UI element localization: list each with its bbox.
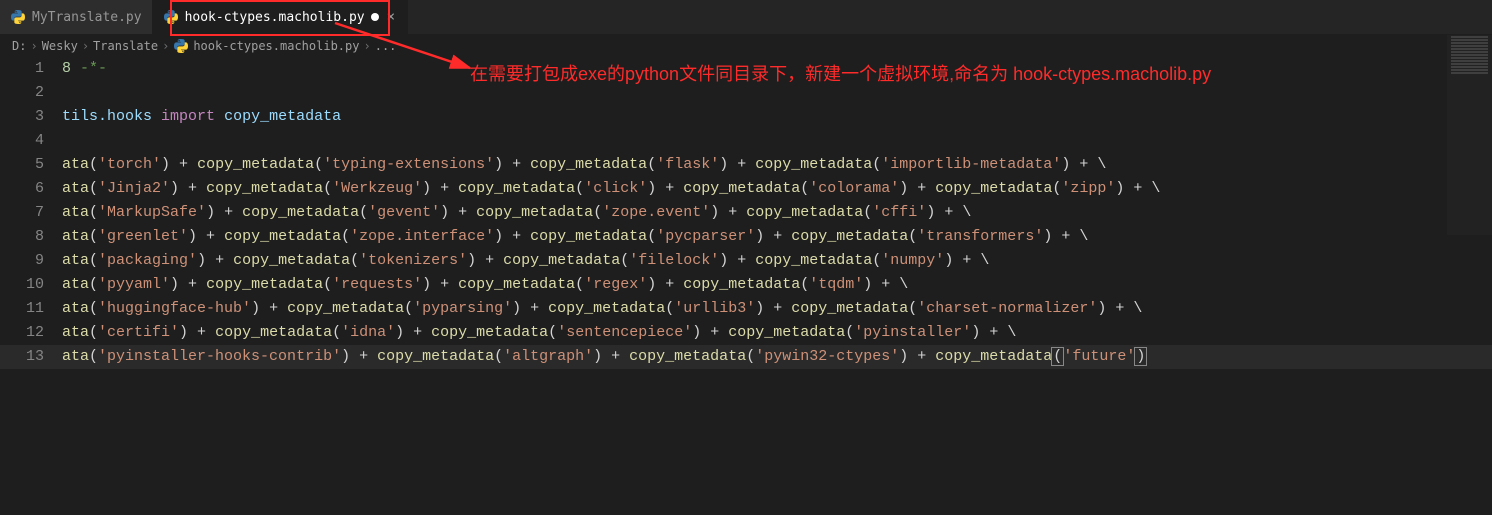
code-content[interactable]: ata('greenlet') + copy_metadata('zope.in… — [62, 225, 1088, 249]
chevron-right-icon: › — [363, 39, 370, 53]
line-number: 4 — [0, 129, 62, 153]
code-line[interactable]: 6ata('Jinja2') + copy_metadata('Werkzeug… — [0, 177, 1492, 201]
code-content[interactable]: ata('MarkupSafe') + copy_metadata('geven… — [62, 201, 971, 225]
code-line[interactable]: 4 — [0, 129, 1492, 153]
breadcrumb-part[interactable]: Wesky — [42, 39, 78, 53]
code-line[interactable]: 2 — [0, 81, 1492, 105]
code-line[interactable]: 11ata('huggingface-hub') + copy_metadata… — [0, 297, 1492, 321]
python-file-icon — [163, 9, 179, 25]
python-file-icon — [173, 38, 189, 54]
chevron-right-icon: › — [162, 39, 169, 53]
code-line[interactable]: 3tils.hooks import copy_metadata — [0, 105, 1492, 129]
line-number: 2 — [0, 81, 62, 105]
line-number: 6 — [0, 177, 62, 201]
tab-mytranslate[interactable]: MyTranslate.py — [0, 0, 153, 34]
close-icon[interactable]: × — [385, 9, 397, 25]
code-content[interactable]: ata('Jinja2') + copy_metadata('Werkzeug'… — [62, 177, 1160, 201]
code-line[interactable]: 13ata('pyinstaller-hooks-contrib') + cop… — [0, 345, 1492, 369]
code-line[interactable]: 5ata('torch') + copy_metadata('typing-ex… — [0, 153, 1492, 177]
breadcrumb-more[interactable]: ... — [375, 39, 397, 53]
line-number: 3 — [0, 105, 62, 129]
line-number: 13 — [0, 345, 62, 369]
code-line[interactable]: 10ata('pyyaml') + copy_metadata('request… — [0, 273, 1492, 297]
code-line[interactable]: 7ata('MarkupSafe') + copy_metadata('geve… — [0, 201, 1492, 225]
breadcrumb-file[interactable]: hook-ctypes.macholib.py — [193, 39, 359, 53]
code-content[interactable]: ata('pyinstaller-hooks-contrib') + copy_… — [62, 345, 1146, 369]
code-line[interactable]: 18 -*- — [0, 57, 1492, 81]
line-number: 9 — [0, 249, 62, 273]
code-content[interactable]: ata('torch') + copy_metadata('typing-ext… — [62, 153, 1106, 177]
code-line[interactable]: 9ata('packaging') + copy_metadata('token… — [0, 249, 1492, 273]
editor-tab-bar: MyTranslate.py hook-ctypes.macholib.py × — [0, 0, 1492, 35]
breadcrumb-root[interactable]: D: — [12, 39, 26, 53]
code-content[interactable]: ata('packaging') + copy_metadata('tokeni… — [62, 249, 989, 273]
code-content[interactable]: ata('huggingface-hub') + copy_metadata('… — [62, 297, 1142, 321]
minimap[interactable] — [1447, 35, 1492, 235]
line-number: 7 — [0, 201, 62, 225]
breadcrumb[interactable]: D: › Wesky › Translate › hook-ctypes.mac… — [0, 35, 1492, 57]
tab-label: hook-ctypes.macholib.py — [185, 10, 365, 25]
breadcrumb-part[interactable]: Translate — [93, 39, 158, 53]
code-content[interactable]: tils.hooks import copy_metadata — [62, 105, 341, 129]
tab-label: MyTranslate.py — [32, 10, 142, 25]
code-content[interactable]: 8 -*- — [62, 57, 107, 81]
line-number: 5 — [0, 153, 62, 177]
code-editor[interactable]: 18 -*-23tils.hooks import copy_metadata4… — [0, 57, 1492, 369]
code-line[interactable]: 12ata('certifi') + copy_metadata('idna')… — [0, 321, 1492, 345]
code-content[interactable]: ata('certifi') + copy_metadata('idna') +… — [62, 321, 1016, 345]
modified-indicator-icon — [371, 13, 379, 21]
line-number: 10 — [0, 273, 62, 297]
line-number: 8 — [0, 225, 62, 249]
line-number: 11 — [0, 297, 62, 321]
line-number: 12 — [0, 321, 62, 345]
line-number: 1 — [0, 57, 62, 81]
chevron-right-icon: › — [30, 39, 37, 53]
tab-hook-ctypes[interactable]: hook-ctypes.macholib.py × — [153, 0, 408, 34]
python-file-icon — [10, 9, 26, 25]
code-content[interactable]: ata('pyyaml') + copy_metadata('requests'… — [62, 273, 908, 297]
chevron-right-icon: › — [82, 39, 89, 53]
code-line[interactable]: 8ata('greenlet') + copy_metadata('zope.i… — [0, 225, 1492, 249]
